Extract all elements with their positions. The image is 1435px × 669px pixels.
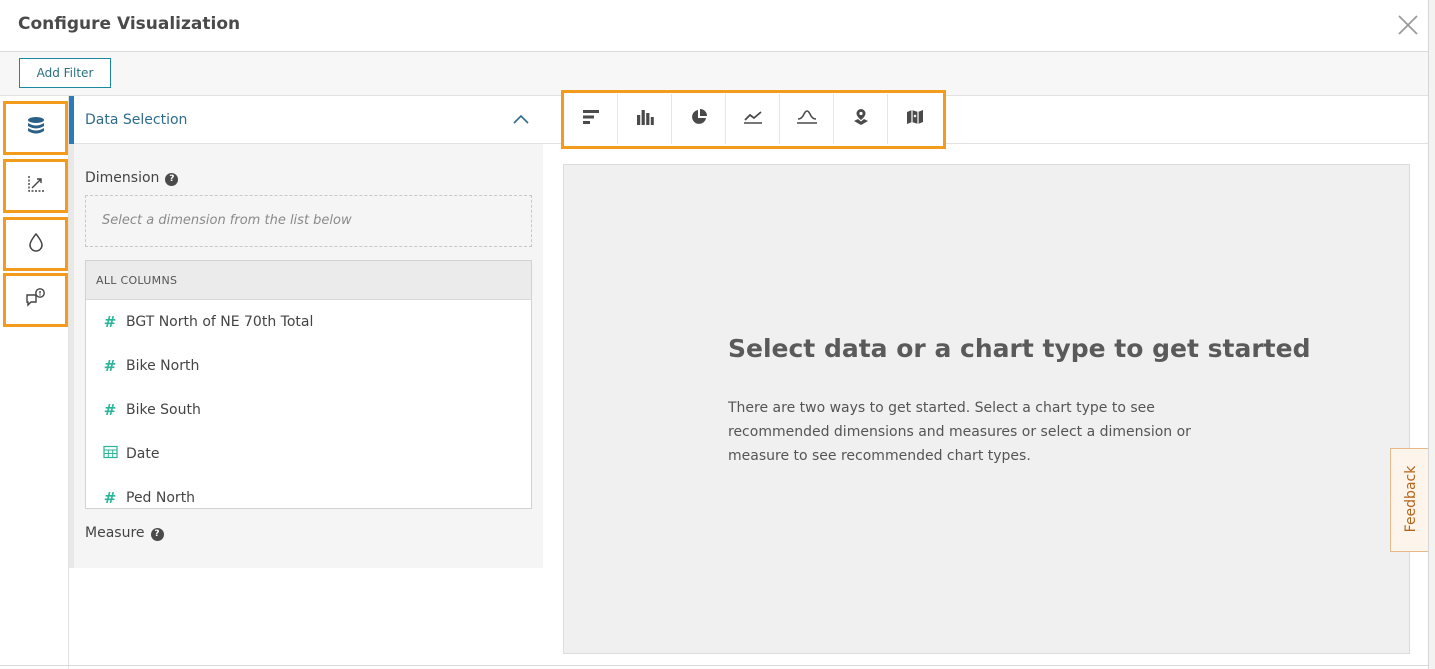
modal-header: Configure Visualization [0,0,1428,52]
point-map-icon [852,108,870,130]
bottom-divider [0,665,1428,666]
calendar-icon [102,445,118,463]
database-icon [25,115,47,141]
chart-type-point-map-button[interactable] [834,94,888,144]
panel-accent [69,96,74,568]
nav-color[interactable] [3,217,68,271]
chart-type-pie-button[interactable] [672,94,726,144]
column-item[interactable]: # Bike South [86,388,531,432]
chart-type-region-map-button[interactable] [888,94,942,144]
close-icon[interactable] [1396,13,1420,37]
data-selection-header[interactable]: Data Selection [74,96,543,144]
region-map-icon [905,108,925,130]
bar-chart-icon [582,109,600,129]
measure-label: Measure? [85,525,164,541]
add-filter-button[interactable]: Add Filter [19,58,111,88]
dimension-dropzone[interactable]: Select a dimension from the list below [85,195,532,247]
empty-state-title: Select data or a chart type to get start… [728,334,1311,363]
number-icon: # [103,401,117,419]
chart-type-column-button[interactable] [618,94,672,144]
column-item[interactable]: Date [86,432,531,476]
nav-axis[interactable] [3,159,68,213]
columns-list[interactable]: ALL COLUMNS # BGT North of NE 70th Total… [85,260,532,509]
number-icon: # [103,357,117,375]
number-icon: # [103,489,117,507]
column-label: Date [126,446,160,462]
pie-chart-icon [690,108,708,130]
color-drop-icon [27,232,45,256]
data-selection-title: Data Selection [85,112,188,128]
chat-info-icon [25,288,47,312]
window-edge [1428,0,1435,669]
nav-annotations[interactable] [3,273,68,327]
page-title: Configure Visualization [18,14,241,34]
column-label: BGT North of NE 70th Total [126,314,314,330]
column-item[interactable]: # BGT North of NE 70th Total [86,300,531,344]
chevron-up-icon[interactable] [512,111,530,125]
column-item[interactable]: # Bike North [86,344,531,388]
chart-type-histogram-button[interactable] [780,94,834,144]
number-icon: # [103,313,117,331]
dimension-label: Dimension? [85,170,179,186]
help-icon[interactable]: ? [150,528,164,541]
feedback-label: Feedback [1403,465,1419,533]
column-chart-icon [636,109,654,129]
column-label: Bike North [126,358,200,374]
chart-type-timeline-button[interactable] [726,94,780,144]
column-item[interactable]: # Ped North [86,476,531,508]
chart-type-bar-button[interactable] [564,94,618,144]
timeline-chart-icon [743,109,763,129]
nav-data-selection[interactable] [3,101,68,155]
configure-visualization-modal: Configure Visualization Add Filter Data … [0,0,1430,669]
column-label: Ped North [126,490,196,506]
empty-state-text: There are two ways to get started. Selec… [728,400,1191,464]
help-icon[interactable]: ? [165,173,179,186]
dimension-placeholder: Select a dimension from the list below [102,213,352,228]
feedback-tab[interactable]: Feedback [1390,448,1430,552]
histogram-icon [796,109,818,129]
column-label: Bike South [126,402,201,418]
columns-header: ALL COLUMNS [86,261,531,300]
axis-chart-icon [26,174,46,198]
